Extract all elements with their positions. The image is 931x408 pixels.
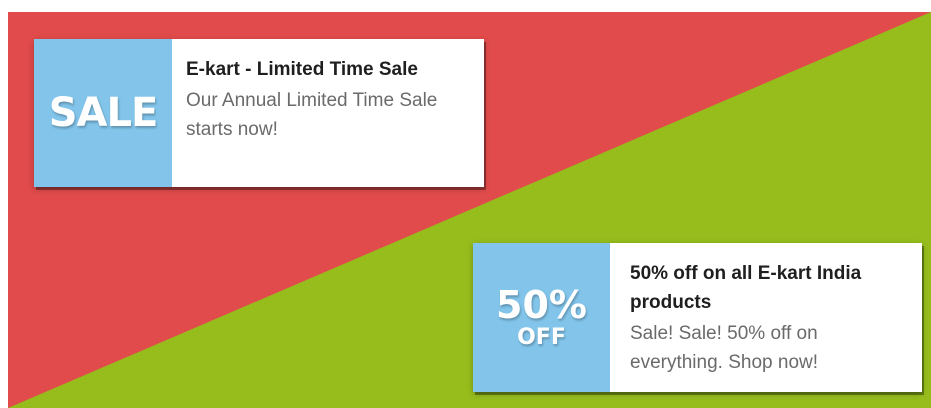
sale-badge: SALE bbox=[34, 39, 172, 187]
notification-content: E-kart - Limited Time Sale Our Annual Li… bbox=[172, 39, 484, 187]
discount-notification-card[interactable]: 50% OFF 50% off on all E-kart India prod… bbox=[473, 243, 922, 392]
discount-badge: 50% OFF bbox=[473, 243, 610, 392]
sale-notification-card[interactable]: SALE E-kart - Limited Time Sale Our Annu… bbox=[34, 39, 484, 187]
notification-title: E-kart - Limited Time Sale bbox=[186, 59, 418, 80]
notification-content: 50% off on all E-kart India products Sal… bbox=[610, 243, 922, 392]
discount-badge-off: OFF bbox=[517, 324, 566, 350]
notification-body: Sale! Sale! 50% off on everything. Shop … bbox=[630, 323, 819, 373]
sale-badge-text: SALE bbox=[48, 90, 159, 136]
notification-showcase: SALE E-kart - Limited Time Sale Our Annu… bbox=[0, 0, 931, 408]
notification-title: 50% off on all E-kart India products bbox=[630, 263, 862, 313]
discount-badge-percent: 50% bbox=[496, 282, 587, 327]
notification-body: Our Annual Limited Time Sale starts now! bbox=[186, 90, 438, 140]
